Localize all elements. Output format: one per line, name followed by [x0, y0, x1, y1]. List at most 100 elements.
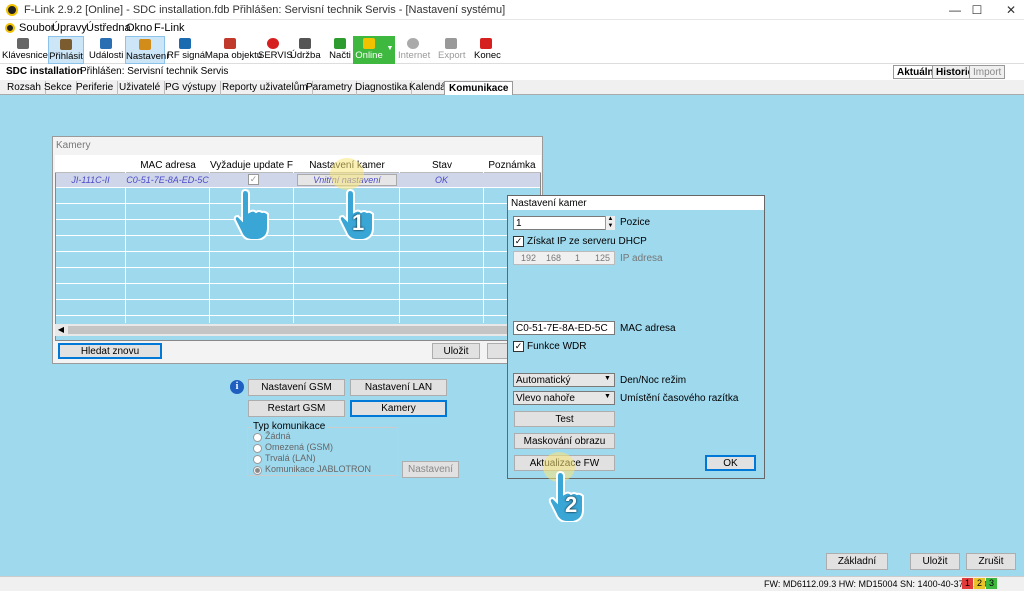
status-bar: FW: MD6112.09.3 HW: MD15004 SN: 1400-40-… — [0, 576, 1024, 591]
tab-uzivatele[interactable]: Uživatelé — [115, 81, 166, 95]
step-badge-2: 2 — [565, 492, 578, 517]
test-button[interactable]: Test — [514, 411, 615, 427]
internet-button[interactable]: Internet — [398, 36, 430, 64]
app-logo-icon — [6, 4, 18, 16]
image-masking-button[interactable]: Maskování obrazu — [514, 433, 615, 449]
cameras-close-button[interactable] — [487, 343, 509, 359]
cameras-title: Kamery — [56, 140, 91, 151]
tab-komunikace[interactable]: Komunikace — [444, 81, 514, 95]
close-button[interactable]: ✕ — [988, 0, 1024, 20]
tab-parametry[interactable]: Parametry — [302, 81, 358, 95]
scroll-left-icon[interactable]: ◀ — [56, 325, 66, 335]
online-dropdown[interactable]: ▼ — [385, 36, 395, 64]
menu-okno[interactable]: Okno — [126, 22, 152, 34]
installation-name: SDC installation — [6, 66, 83, 77]
cameras-button[interactable]: Kamery — [350, 400, 447, 417]
basic-button[interactable]: Základní — [826, 553, 888, 570]
column-state[interactable]: Stav — [400, 160, 484, 174]
radio-permanent-lan[interactable] — [253, 455, 262, 464]
wdr-checkbox[interactable]: ✓ — [513, 341, 524, 352]
column-mac[interactable]: MAC adresa — [126, 160, 210, 174]
login-icon — [60, 39, 72, 50]
grid-line — [56, 187, 540, 188]
comm-settings-button[interactable]: Nastavení — [402, 461, 459, 478]
maintenance-icon — [299, 38, 311, 49]
rf-signal-button[interactable]: RF signál — [167, 36, 207, 64]
tab-reporty[interactable]: Reporty uživatelům — [218, 81, 313, 95]
exit-button[interactable]: Konec — [474, 36, 501, 64]
grid-line — [56, 219, 540, 220]
title-bar: F-Link 2.9.2 [Online] - SDC installation… — [0, 0, 1024, 20]
radio-none-label: Žádná — [265, 431, 291, 441]
settings-tabs: Rozsah Sekce Periferie Uživatelé PG výst… — [0, 80, 1024, 95]
online-button[interactable]: Online — [353, 36, 385, 64]
scrollbar-thumb[interactable] — [68, 326, 508, 334]
column-note[interactable]: Poznámka — [484, 160, 540, 174]
gsm-settings-button[interactable]: Nastavení GSM — [248, 379, 345, 396]
settings-button[interactable]: Nastavení — [125, 36, 169, 64]
radio-limited-gsm[interactable] — [253, 444, 262, 453]
events-button[interactable]: Události — [89, 36, 123, 64]
restart-gsm-button[interactable]: Restart GSM — [248, 400, 345, 417]
grid-line — [56, 203, 540, 204]
tab-periferie[interactable]: Periferie — [72, 81, 119, 95]
grid-line — [56, 267, 540, 268]
events-icon — [100, 38, 112, 49]
export-icon — [445, 38, 457, 49]
wdr-label: Funkce WDR — [527, 341, 587, 352]
radio-none[interactable] — [253, 433, 262, 442]
login-button[interactable]: Přihlásit — [48, 36, 84, 64]
ip-octet-4: 125 — [595, 253, 611, 263]
dhcp-checkbox[interactable]: ✓ — [513, 236, 524, 247]
chevron-down-icon: ▼ — [386, 45, 394, 52]
radio-jablotron[interactable] — [253, 466, 262, 475]
cell-state: OK — [434, 175, 448, 185]
info-icon[interactable]: i — [230, 380, 244, 394]
object-map-button[interactable]: Mapa objektu — [205, 36, 262, 64]
ip-label: IP adresa — [620, 253, 663, 264]
dialog-title: Nastavení kamer — [511, 198, 587, 209]
search-again-button[interactable]: Hledat znovu — [58, 343, 162, 359]
lan-settings-button[interactable]: Nastavení LAN — [350, 379, 447, 396]
load-button[interactable]: Načti — [328, 36, 352, 64]
cancel-button[interactable]: Zrušit — [966, 553, 1016, 570]
menu-upravy[interactable]: Úpravy — [52, 22, 87, 34]
timestamp-position-select[interactable]: Vlevo nahoře — [513, 391, 615, 405]
pointing-hand-icon — [233, 188, 269, 240]
tab-diagnostika[interactable]: Diagnostika — [351, 81, 413, 95]
ip-octet-2: 168 — [546, 253, 562, 263]
menu-ustredna[interactable]: Ústředna — [86, 22, 131, 34]
keyboard-button[interactable]: Klávesnice — [2, 36, 48, 64]
counter-red: 1 — [962, 578, 973, 589]
servis-button[interactable]: SERVIS — [258, 36, 293, 64]
menu-f-link[interactable]: F-Link — [154, 22, 185, 34]
app-menu-icon[interactable] — [5, 23, 15, 33]
fw-update-checkbox[interactable]: ✓ — [248, 174, 259, 185]
tab-pg-vystupy[interactable]: PG výstupy — [161, 81, 222, 95]
radio-permanent-lan-label: Trvalá (LAN) — [265, 453, 316, 463]
maintenance-button[interactable]: Údržba — [290, 36, 321, 64]
tab-import[interactable]: Import — [969, 65, 1006, 79]
column-fw-update[interactable]: Vyžaduje update FW — [210, 160, 294, 174]
chevron-down-icon: ▼ — [604, 375, 611, 382]
menu-bar: Soubor Úpravy Ústředna Okno F-Link — [0, 20, 1024, 36]
timestamp-position-label: Umístění časového razítka — [620, 393, 739, 404]
mac-address-input[interactable]: C0-51-7E-8A-ED-5C — [513, 321, 615, 335]
position-input[interactable]: 1 — [513, 216, 615, 230]
day-night-select[interactable]: Automatický — [513, 373, 615, 387]
ok-button[interactable]: OK — [705, 455, 756, 471]
grid-line — [56, 299, 540, 300]
grid-line — [56, 235, 540, 236]
load-icon — [334, 38, 346, 49]
day-night-label: Den/Noc režim — [620, 375, 687, 386]
online-icon — [363, 38, 375, 49]
counter-green: 3 — [986, 578, 997, 589]
cell-mac: C0-51-7E-8A-ED-5C — [126, 175, 209, 185]
save-button[interactable]: Uložit — [910, 553, 960, 570]
export-button[interactable]: Export — [438, 36, 465, 64]
cameras-save-button[interactable]: Uložit — [432, 343, 480, 359]
toolbar: Klávesnice Přihlásit Události Nastavení … — [0, 36, 1024, 64]
position-spinner[interactable]: ▲ ▼ — [605, 216, 615, 230]
globe-icon — [407, 38, 419, 49]
menu-soubor[interactable]: Soubor — [19, 22, 54, 34]
